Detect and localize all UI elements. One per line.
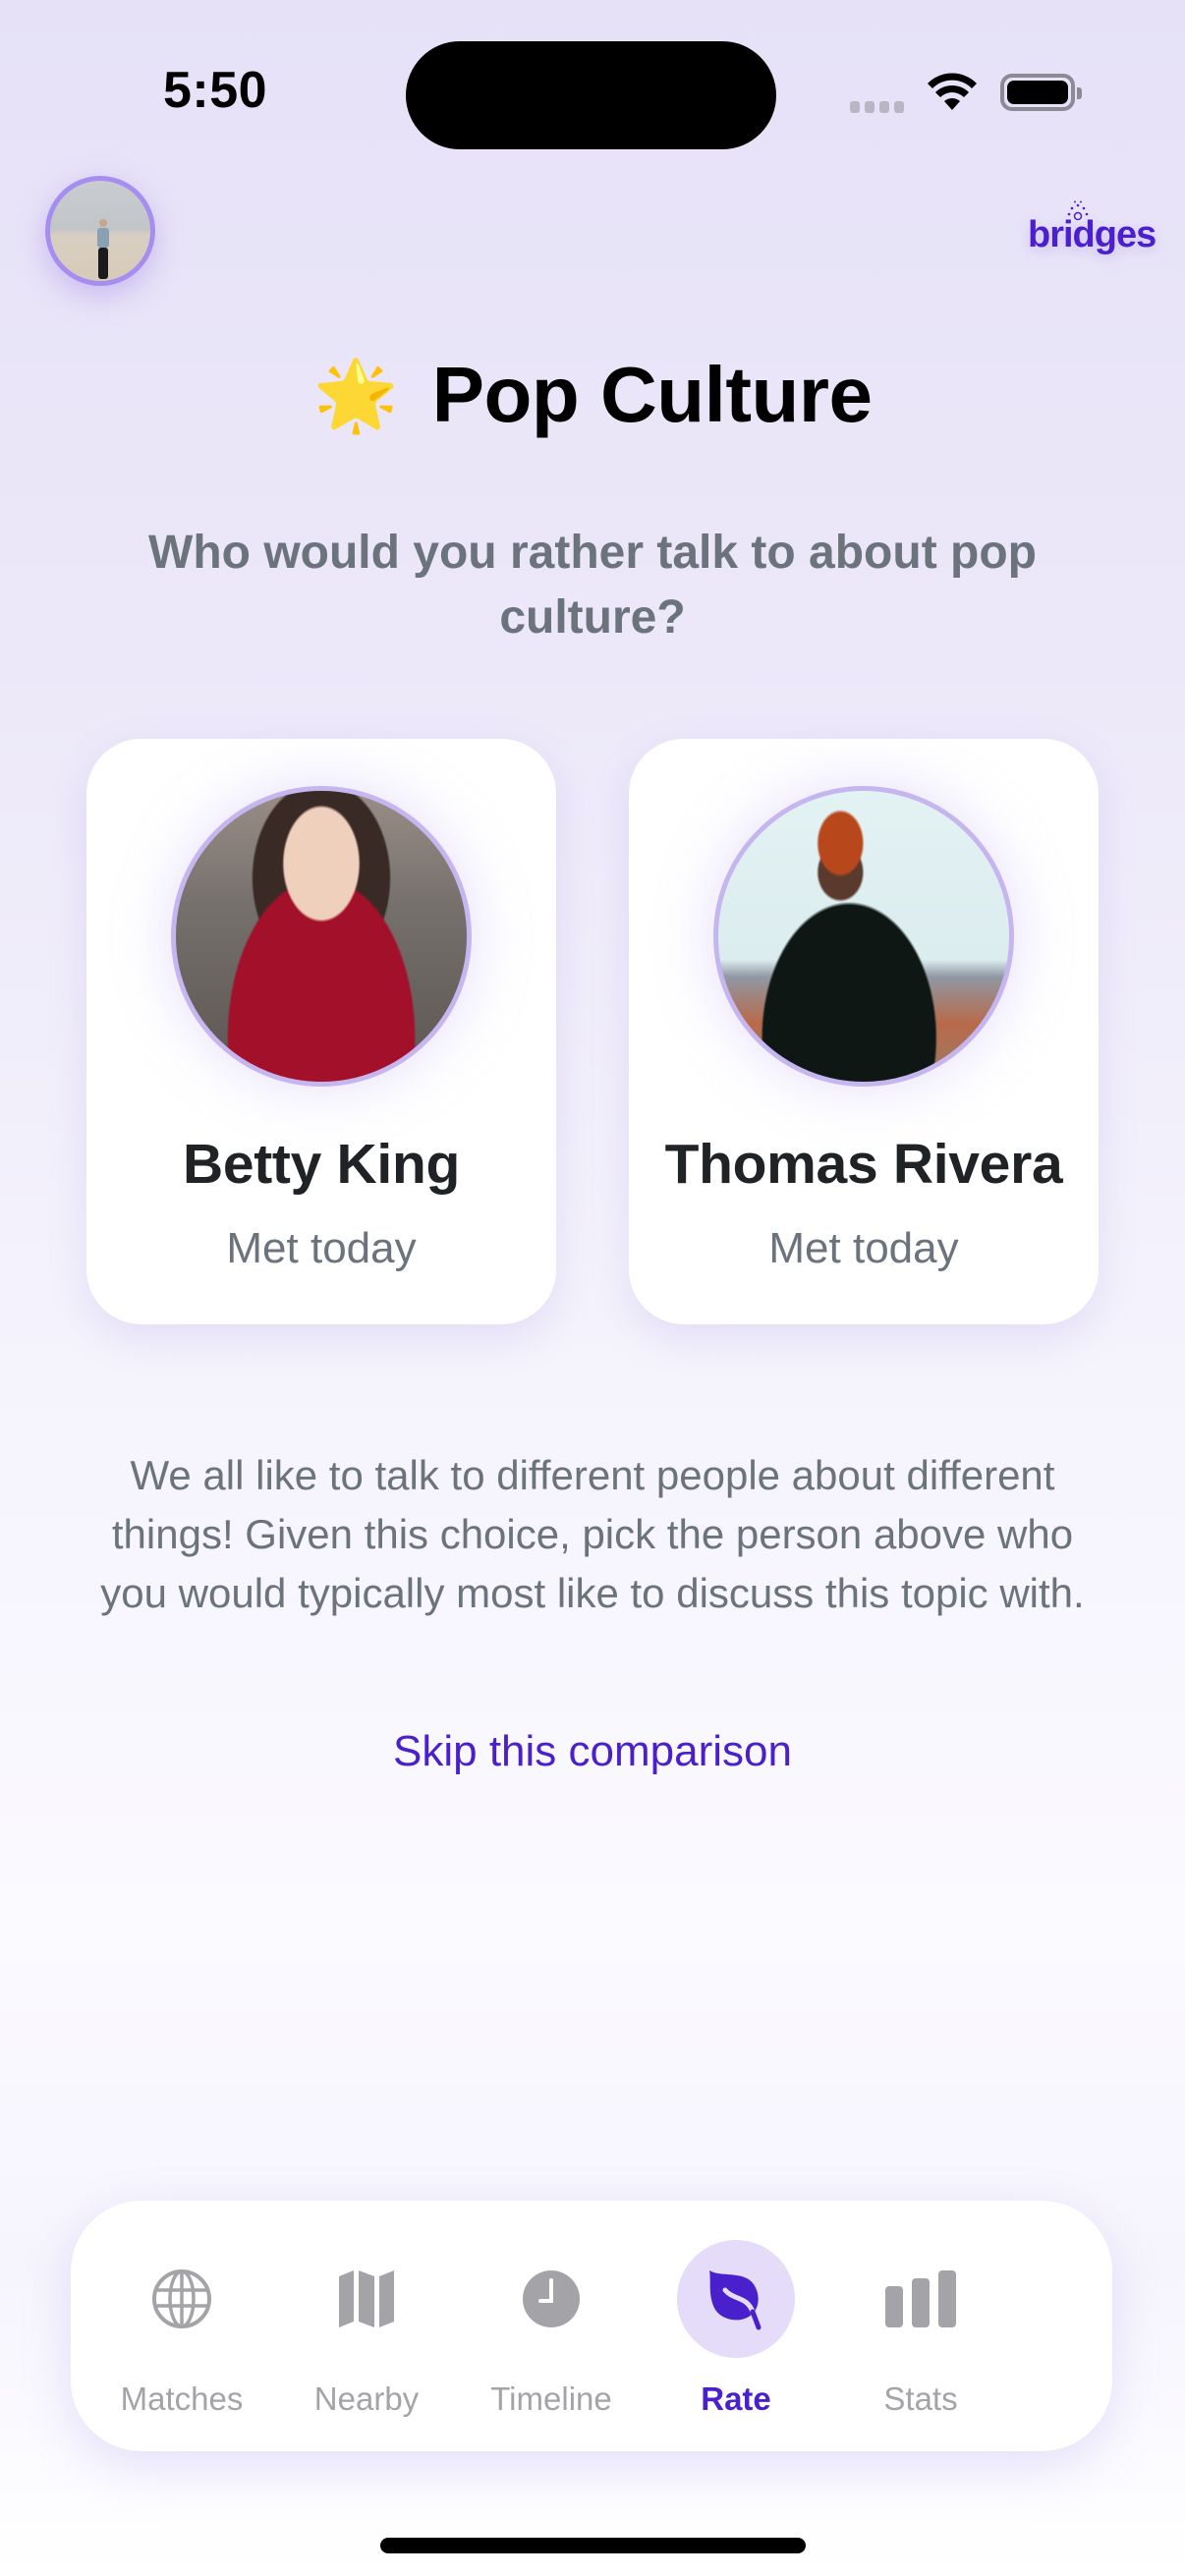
tab-timeline[interactable]: Timeline: [458, 2201, 645, 2451]
topic-title: Pop Culture: [431, 351, 873, 438]
tab-label: Stats: [883, 2380, 958, 2417]
clock-icon: [492, 2240, 610, 2358]
dynamic-island: [406, 41, 776, 149]
globe-icon: [123, 2240, 241, 2358]
person-name: Thomas Rivera: [664, 1133, 1063, 1196]
tab-matches[interactable]: Matches: [88, 2201, 275, 2451]
battery-icon: [1000, 74, 1082, 111]
topic-question: Who would you rather talk to about pop c…: [148, 527, 1037, 644]
tab-bar: Matches Nearby Timeline Rate Stats: [71, 2201, 1112, 2451]
profile-avatar[interactable]: [45, 176, 155, 286]
leaf-icon: [677, 2240, 795, 2358]
person-met-status: Met today: [226, 1224, 417, 1272]
topic-header: 🌟 Pop Culture: [0, 350, 1185, 440]
bridges-logo: bridges: [1028, 200, 1157, 259]
person-card-betty-king[interactable]: Betty King Met today: [86, 739, 556, 1324]
tab-label: Nearby: [313, 2380, 420, 2417]
person-name: Betty King: [182, 1133, 460, 1196]
person-photo: [713, 786, 1014, 1087]
bar-chart-icon: [862, 2240, 980, 2358]
logo-text: bridges: [1028, 214, 1157, 255]
tab-label: Timeline: [490, 2380, 612, 2417]
glowing-star-icon: 🌟: [312, 357, 399, 433]
person-photo: [171, 786, 472, 1087]
tab-stats[interactable]: Stats: [827, 2201, 1014, 2451]
person-card-thomas-rivera[interactable]: Thomas Rivera Met today: [629, 739, 1099, 1324]
home-indicator[interactable]: [380, 2538, 806, 2553]
tab-rate[interactable]: Rate: [643, 2201, 829, 2451]
signal-icon: [850, 101, 904, 113]
tab-label: Rate: [701, 2380, 771, 2417]
instructions-text: We all like to talk to different people …: [100, 1452, 1085, 1616]
status-time: 5:50: [163, 62, 268, 119]
skip-comparison-link[interactable]: Skip this comparison: [0, 1727, 1185, 1776]
person-met-status: Met today: [768, 1224, 959, 1272]
map-icon: [308, 2240, 425, 2358]
tab-nearby[interactable]: Nearby: [273, 2201, 460, 2451]
wifi-icon: [928, 73, 977, 110]
tab-label: Matches: [120, 2380, 244, 2417]
avatar-photo: [97, 219, 109, 279]
